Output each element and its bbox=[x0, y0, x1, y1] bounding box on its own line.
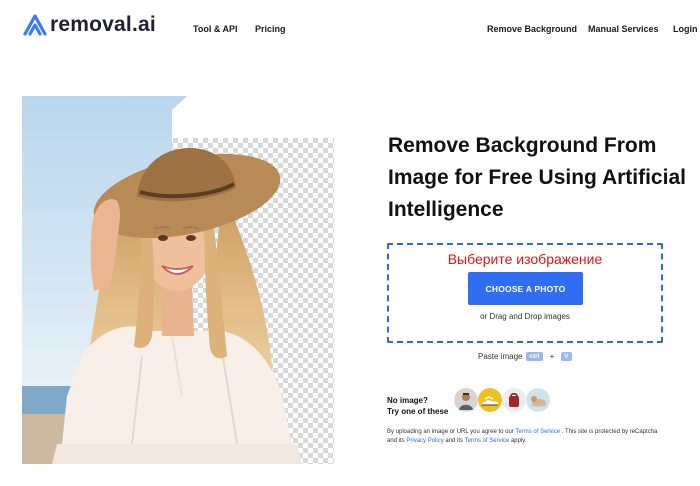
dropzone-title: Выберите изображение bbox=[447, 251, 603, 267]
sample-person-thumb[interactable] bbox=[454, 388, 478, 412]
privacy-policy-link[interactable]: Privacy Policy bbox=[406, 438, 443, 444]
no-image-line: No image? bbox=[387, 396, 428, 405]
nav-remove-background[interactable]: Remove Background bbox=[487, 24, 577, 34]
choose-photo-button[interactable]: CHOOSE A PHOTO bbox=[468, 272, 583, 305]
legal-text-1: By uploading an image or URL you agree t… bbox=[387, 429, 516, 435]
upload-dropzone[interactable]: Выберите изображение CHOOSE A PHOTO or D… bbox=[387, 243, 663, 343]
hero-headline: Remove Background From Image for Free Us… bbox=[388, 134, 686, 221]
sample-bag-thumb[interactable] bbox=[502, 388, 526, 412]
nav-tool-api[interactable]: Tool & API bbox=[193, 24, 238, 34]
drag-drop-hint: or Drag and Drop images bbox=[480, 312, 570, 321]
try-samples-line: Try one of these bbox=[387, 407, 449, 416]
paste-hint: Paste image ctrl + V bbox=[478, 350, 576, 362]
legal-text-3: and its bbox=[443, 438, 465, 444]
legal-text-4: apply. bbox=[509, 438, 527, 444]
ctrl-key-badge: ctrl bbox=[526, 351, 543, 361]
logo-icon bbox=[23, 14, 47, 36]
sample-dog-icon bbox=[526, 388, 550, 412]
legal-notice: By uploading an image or URL you agree t… bbox=[387, 428, 667, 446]
sample-dog-thumb[interactable] bbox=[526, 388, 550, 412]
logo-text: removal.ai bbox=[50, 13, 156, 36]
terms-of-service-link-2[interactable]: Terms of Service bbox=[465, 438, 510, 444]
sample-images bbox=[454, 388, 550, 412]
no-image-prompt: No image? Try one of these bbox=[387, 395, 448, 417]
woman-photo bbox=[22, 96, 302, 464]
terms-of-service-link[interactable]: Terms of Service bbox=[515, 429, 560, 435]
sample-person-icon bbox=[454, 388, 478, 412]
paste-label: Paste image bbox=[478, 351, 523, 361]
hero-image bbox=[22, 96, 334, 464]
logo[interactable]: removal.ai bbox=[22, 12, 156, 38]
nav-pricing[interactable]: Pricing bbox=[255, 24, 286, 34]
site-header: removal.ai Tool & API Pricing Remove Bac… bbox=[0, 0, 700, 58]
sample-shoes-icon bbox=[478, 388, 502, 412]
nav-manual-services[interactable]: Manual Services bbox=[588, 24, 659, 34]
nav-login[interactable]: Login bbox=[673, 24, 698, 34]
sample-bag-icon bbox=[502, 388, 526, 412]
sample-shoes-thumb[interactable] bbox=[478, 388, 502, 412]
plus-sign: + bbox=[549, 351, 555, 361]
v-key-badge: V bbox=[561, 351, 572, 361]
